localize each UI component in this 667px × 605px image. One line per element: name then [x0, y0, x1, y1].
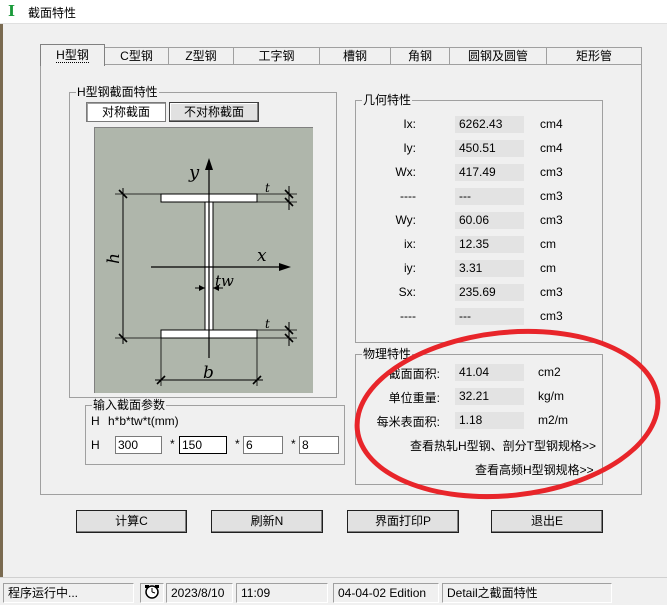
geometry-label: Wy: [395, 213, 416, 227]
tab-channel[interactable]: 槽钢 [319, 47, 391, 65]
physical-unit: m2/m [538, 413, 568, 427]
symmetric-section-button[interactable]: 对称截面 [86, 102, 166, 122]
status-detail: Detail之截面特性 [442, 583, 612, 603]
physical-label: 单位重量: [388, 391, 440, 405]
physical-value: 41.04 [455, 364, 524, 381]
geometry-value: 450.51 [455, 140, 524, 157]
refresh-button[interactable]: 刷新N [211, 510, 323, 533]
status-running: 程序运行中... [3, 583, 134, 603]
hot-rolled-spec-link[interactable]: 查看热轧H型钢、剖分T型钢规格>> [410, 437, 596, 454]
geometry-value: --- [455, 308, 524, 325]
geometry-unit: cm3 [540, 213, 563, 227]
tw-dimension-label: tw [215, 272, 234, 290]
high-freq-spec-link[interactable]: 查看高频H型钢规格>> [475, 461, 594, 478]
geometry-value: 3.31 [455, 260, 524, 277]
h-section-group-title: H型钢截面特性 [76, 85, 159, 99]
h-input[interactable]: 300 [115, 436, 162, 454]
geometry-unit: cm3 [540, 309, 563, 323]
tab-h-steel[interactable]: H型钢 [40, 44, 105, 66]
tab-z-steel[interactable]: Z型钢 [168, 47, 234, 65]
separator: * [170, 437, 175, 451]
status-bar: 程序运行中... 2023/8/10 11:09 04-04-02 Editio… [0, 577, 667, 605]
geometry-label: ---- [400, 309, 416, 323]
b-dimension-label: b [203, 363, 214, 383]
b-input[interactable]: 150 [179, 436, 227, 454]
geometry-group-title: 几何特性 [362, 93, 413, 107]
tw-input[interactable]: 6 [243, 436, 283, 454]
geometry-value: 60.06 [455, 212, 524, 229]
geometry-unit: cm [540, 261, 556, 275]
window-left-edge [0, 24, 3, 577]
asymmetric-section-button[interactable]: 不对称截面 [169, 102, 259, 122]
physical-value: 1.18 [455, 412, 524, 429]
status-edition: 04-04-02 Edition [333, 583, 439, 603]
input-params-group-title: 输入截面参数 [92, 398, 167, 412]
h-beam-svg: y x h b tw t t [104, 158, 297, 386]
geometry-value: 417.49 [455, 164, 524, 181]
clock-icon [140, 583, 164, 603]
app-icon: I [8, 2, 16, 20]
status-time: 11:09 [236, 583, 328, 603]
t-top-label: t [265, 181, 270, 195]
geometry-unit: cm4 [540, 141, 563, 155]
geometry-label: Sx: [398, 285, 416, 299]
physical-unit: kg/m [538, 389, 565, 403]
x-axis-label: x [257, 246, 267, 266]
row-prefix: H [91, 438, 100, 452]
tab-i-beam[interactable]: 工字钢 [233, 47, 320, 65]
formula-label: h*b*tw*t(mm) [108, 414, 179, 428]
geometry-unit: cm3 [540, 189, 563, 203]
geometry-value: 12.35 [455, 236, 524, 253]
geometry-value: 6262.43 [455, 116, 524, 133]
geometry-label: Wx: [395, 165, 416, 179]
geometry-label: Iy: [403, 141, 416, 155]
y-axis-label: y [188, 162, 200, 183]
print-screen-button[interactable]: 界面打印P [347, 510, 459, 533]
geometry-label: ---- [400, 189, 416, 203]
geometry-value: 235.69 [455, 284, 524, 301]
geometry-unit: cm [540, 237, 556, 251]
tab-rect-tube[interactable]: 矩形管 [546, 47, 642, 65]
physical-label: 截面面积: [388, 367, 440, 381]
calculate-button[interactable]: 计算C [76, 510, 187, 533]
separator: * [291, 437, 296, 451]
geometry-label: ix: [404, 237, 416, 251]
tab-angle[interactable]: 角钢 [390, 47, 450, 65]
geometry-unit: cm3 [540, 165, 563, 179]
geometry-label: Ix: [403, 117, 416, 131]
tab-label: H型钢 [56, 48, 89, 63]
geometry-value: --- [455, 188, 524, 205]
separator: * [235, 437, 240, 451]
geometry-unit: cm4 [540, 117, 563, 131]
h-dimension-label: h [104, 253, 124, 264]
tab-round-tube[interactable]: 圆钢及圆管 [449, 47, 547, 65]
formula-prefix: H [91, 414, 100, 428]
t-bottom-label: t [265, 317, 270, 331]
h-beam-diagram: y x h b tw t t [94, 127, 313, 393]
physical-unit: cm2 [538, 365, 561, 379]
tab-c-steel[interactable]: C型钢 [104, 47, 169, 65]
status-date: 2023/8/10 [166, 583, 233, 603]
physical-label: 每米表面积: [376, 415, 440, 429]
geometry-unit: cm3 [540, 285, 563, 299]
exit-button[interactable]: 退出E [491, 510, 603, 533]
window-title: 截面特性 [28, 6, 77, 20]
physical-group-title: 物理特性 [362, 347, 413, 361]
physical-value: 32.21 [455, 388, 524, 405]
geometry-label: iy: [404, 261, 416, 275]
t-input[interactable]: 8 [299, 436, 339, 454]
main-window: I 截面特性 H型钢 C型钢 Z型钢 工字钢 槽钢 角钢 圆钢及圆管 矩形管 H… [0, 0, 667, 605]
title-bar: I 截面特性 [0, 0, 667, 24]
